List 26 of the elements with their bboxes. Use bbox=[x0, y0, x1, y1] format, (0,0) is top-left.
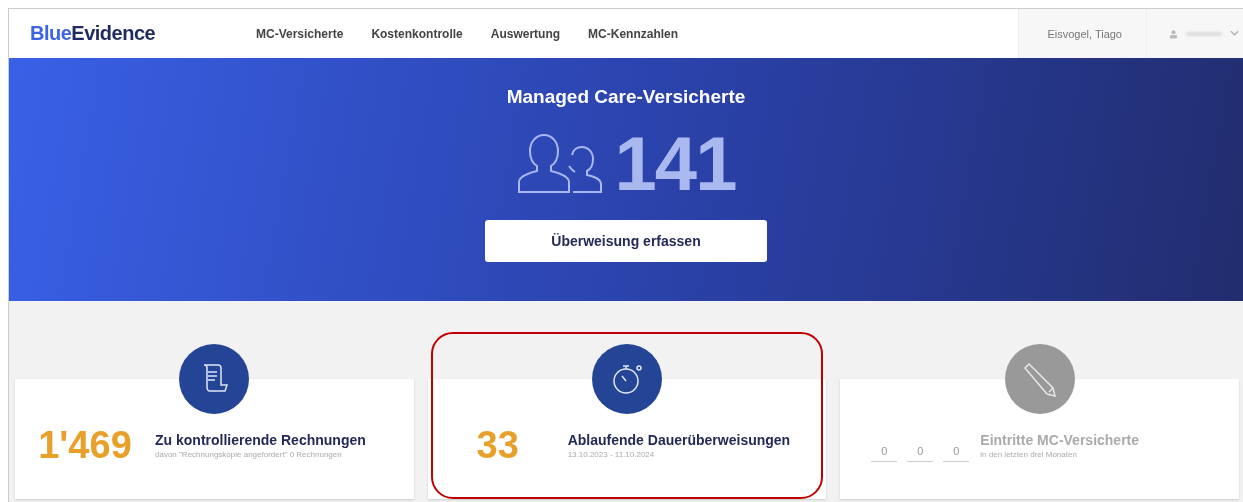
user-name: Eisvogel, Tiago bbox=[1018, 9, 1147, 58]
counter-value: 0 bbox=[871, 442, 898, 462]
stat-value: 1'469 bbox=[38, 423, 132, 467]
chevron-down-icon[interactable] bbox=[1230, 30, 1239, 37]
users-icon bbox=[516, 132, 603, 194]
card-title: Zu kontrollierende Rechnungen bbox=[155, 431, 366, 448]
nav-link[interactable]: Auswertung bbox=[490, 26, 561, 41]
hero-title: Managed Care-Versicherte bbox=[506, 86, 746, 108]
nav-link[interactable]: Kostenkontrolle bbox=[371, 26, 463, 41]
logo-text[interactable]: Evidence bbox=[71, 22, 156, 44]
card-title: Ablaufende Dauerüberweisungen bbox=[567, 431, 791, 448]
logo-text[interactable]: Blue bbox=[30, 22, 72, 44]
card-subtitle: 13.10.2023 - 11.10.2024 bbox=[567, 449, 656, 459]
card-title: Eintritte MC-Versicherte bbox=[980, 431, 1140, 448]
counter-value: 0 bbox=[943, 442, 970, 462]
nav-link[interactable]: MC-Kennzahlen bbox=[588, 26, 679, 41]
stat-value: 33 bbox=[476, 423, 519, 467]
stat-card[interactable]: 1'469 Zu kontrollierende Rechnungen davon "Rechnungskopie angefordert" 0 Rechnungen bbox=[15, 379, 414, 499]
create-referral-button[interactable]: Überweisung erfassen bbox=[485, 220, 767, 262]
user-icon bbox=[1169, 28, 1178, 39]
card-subtitle: in den letzten drei Monaten bbox=[980, 449, 1078, 459]
card-subtitle: davon "Rechnungskopie angefordert" 0 Rechnungen bbox=[155, 449, 343, 459]
stat-card[interactable]: 33 Ablaufende Dauerüberweisungen 13.10.2023 - 11.10.2024 bbox=[427, 379, 827, 499]
nav-link[interactable]: MC-Versicherte bbox=[256, 26, 344, 41]
counter-value: 0 bbox=[907, 442, 934, 462]
insured-count: 141 bbox=[614, 119, 736, 207]
